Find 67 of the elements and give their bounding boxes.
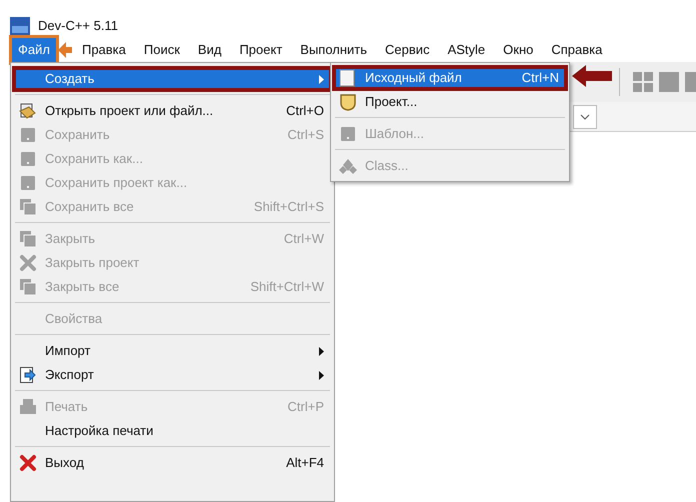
menu-item[interactable]: Экспорт: [13, 363, 332, 387]
menu-label: Проект...: [365, 93, 418, 112]
menu-label: Создать: [45, 70, 94, 88]
pointer-arrow-icon: [58, 42, 72, 58]
cross-icon: [19, 254, 37, 272]
menu-label: Импорт: [45, 342, 90, 360]
menu-tab[interactable]: Справка: [545, 38, 608, 62]
chevron-down-icon: [580, 114, 590, 120]
menu-label: Закрыть все: [45, 278, 120, 296]
dropdown-button[interactable]: [573, 104, 597, 128]
menu-label: Экспорт: [45, 366, 94, 384]
menu-label: Class...: [365, 157, 408, 176]
menu-label: Сохранить все: [45, 198, 134, 216]
folder-icon: [19, 102, 37, 120]
shortcut-label: Ctrl+P: [288, 398, 324, 416]
menu-tab[interactable]: Окно: [497, 38, 540, 62]
menu-label: Сохранить: [45, 126, 110, 144]
menu-label: Шаблон...: [365, 125, 424, 144]
menu-tab[interactable]: Файл: [12, 38, 56, 62]
shortcut-label: Ctrl+O: [286, 102, 324, 120]
menu-item[interactable]: Создать: [13, 67, 332, 91]
pointer-arrow-icon: [572, 65, 612, 87]
shield-icon: [339, 93, 357, 111]
menu-label: Настройка печати: [45, 422, 154, 440]
submenu-arrow-icon: [319, 74, 324, 84]
menu-tab[interactable]: Вид: [192, 38, 228, 62]
submenu-arrow-icon: [319, 346, 324, 356]
menu-label: Закрыть проект: [45, 254, 140, 272]
menu-item[interactable]: Импорт: [13, 339, 332, 363]
menu-label: Печать: [45, 398, 88, 416]
shortcut-label: Ctrl+S: [288, 126, 324, 144]
menu-item[interactable]: Выход Alt+F4: [13, 451, 332, 475]
menu-item[interactable]: Исходный файл Ctrl+N: [333, 66, 567, 90]
menu-label: Сохранить как...: [45, 150, 143, 168]
menu-label: Выход: [45, 454, 84, 472]
menu-tab[interactable]: Выполнить: [294, 38, 374, 62]
export-icon: [19, 366, 37, 384]
file-icon: [339, 69, 355, 87]
menu-item[interactable]: Открыть проект или файл... Ctrl+O: [13, 99, 332, 123]
shortcut-label: Ctrl+W: [284, 230, 324, 248]
menu-item[interactable]: Настройка печати: [13, 419, 332, 443]
window-title: Dev-C++ 5.11: [38, 16, 118, 34]
square-icon: [684, 71, 696, 93]
shortcut-label: Ctrl+N: [522, 69, 559, 88]
shortcut-label: Shift+Ctrl+S: [254, 198, 324, 216]
cross-icon: [19, 454, 37, 472]
menu-label: Открыть проект или файл...: [45, 102, 214, 120]
menu-item[interactable]: Проект...: [333, 90, 567, 114]
menu-label: Закрыть: [45, 230, 96, 248]
menu-label: Сохранить проект как...: [45, 174, 188, 192]
menu-label: Исходный файл: [365, 69, 462, 88]
menu-tab[interactable]: Поиск: [138, 38, 186, 62]
shapes-icon: [339, 157, 357, 175]
disks-icon: [19, 198, 37, 216]
menu-label: Свойства: [45, 310, 102, 328]
disks-icon: [19, 278, 37, 296]
shortcut-label: Shift+Ctrl+W: [250, 278, 324, 296]
printer-icon: [19, 398, 37, 416]
square-icon: [658, 71, 680, 93]
menu-tab[interactable]: Проект: [233, 38, 288, 62]
grid-icon: [632, 71, 654, 93]
disks-icon: [19, 230, 37, 248]
shortcut-label: Alt+F4: [286, 454, 324, 472]
menu-tab[interactable]: AStyle: [442, 38, 492, 62]
submenu-arrow-icon: [319, 370, 324, 380]
menu-tab[interactable]: Правка: [76, 38, 132, 62]
menu-tab[interactable]: Сервис: [379, 38, 436, 62]
